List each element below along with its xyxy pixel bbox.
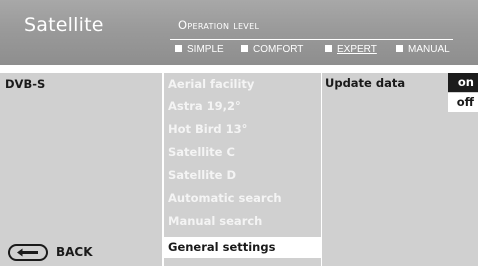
menu-item-general-settings[interactable]: General settings (164, 237, 322, 258)
level-option-label: MANUAL (408, 44, 450, 55)
source-panel: DVB-S BACK (0, 73, 162, 266)
menu-item-satellite-c[interactable]: Satellite C (164, 141, 322, 164)
operation-level-options: SIMPLE COMFORT EXPERT MANUAL (169, 44, 469, 64)
level-option-simple[interactable]: SIMPLE (175, 44, 224, 55)
update-data-label: Update data (325, 76, 406, 90)
back-arrow-icon (8, 243, 48, 261)
menu-item-astra[interactable]: Astra 19,2° (164, 95, 322, 118)
level-option-label: EXPERT (337, 44, 377, 55)
page-title: Satellite (24, 14, 104, 36)
option-off[interactable]: off (448, 93, 478, 112)
level-option-expert[interactable]: EXPERT (325, 44, 377, 55)
option-on[interactable]: on (448, 73, 478, 92)
value-panel: Update data on off (322, 73, 478, 266)
square-bullet-icon (396, 45, 403, 52)
operation-level-label: Operation level (178, 18, 260, 32)
settings-menu-panel: Aerial facility Astra 19,2° Hot Bird 13°… (164, 73, 322, 266)
level-option-label: COMFORT (253, 44, 304, 55)
header-bar: Satellite Operation level SIMPLE COMFORT… (0, 0, 478, 65)
satellite-menu-screen: Satellite Operation level SIMPLE COMFORT… (0, 0, 478, 266)
square-bullet-icon (325, 45, 332, 52)
menu-item-hot-bird[interactable]: Hot Bird 13° (164, 118, 322, 141)
source-item-dvb-s[interactable]: DVB-S (5, 73, 45, 96)
back-label: BACK (56, 245, 93, 259)
back-button[interactable]: BACK (8, 243, 93, 261)
level-option-manual[interactable]: MANUAL (396, 44, 450, 55)
menu-item-manual-search[interactable]: Manual search (164, 210, 322, 233)
square-bullet-icon (241, 45, 248, 52)
square-bullet-icon (175, 45, 182, 52)
menu-item-aerial-facility[interactable]: Aerial facility (164, 73, 322, 96)
operation-level-divider (170, 39, 453, 40)
level-option-comfort[interactable]: COMFORT (241, 44, 303, 55)
menu-item-satellite-d[interactable]: Satellite D (164, 164, 322, 187)
level-option-label: SIMPLE (187, 44, 224, 55)
menu-item-automatic-search[interactable]: Automatic search (164, 187, 322, 210)
